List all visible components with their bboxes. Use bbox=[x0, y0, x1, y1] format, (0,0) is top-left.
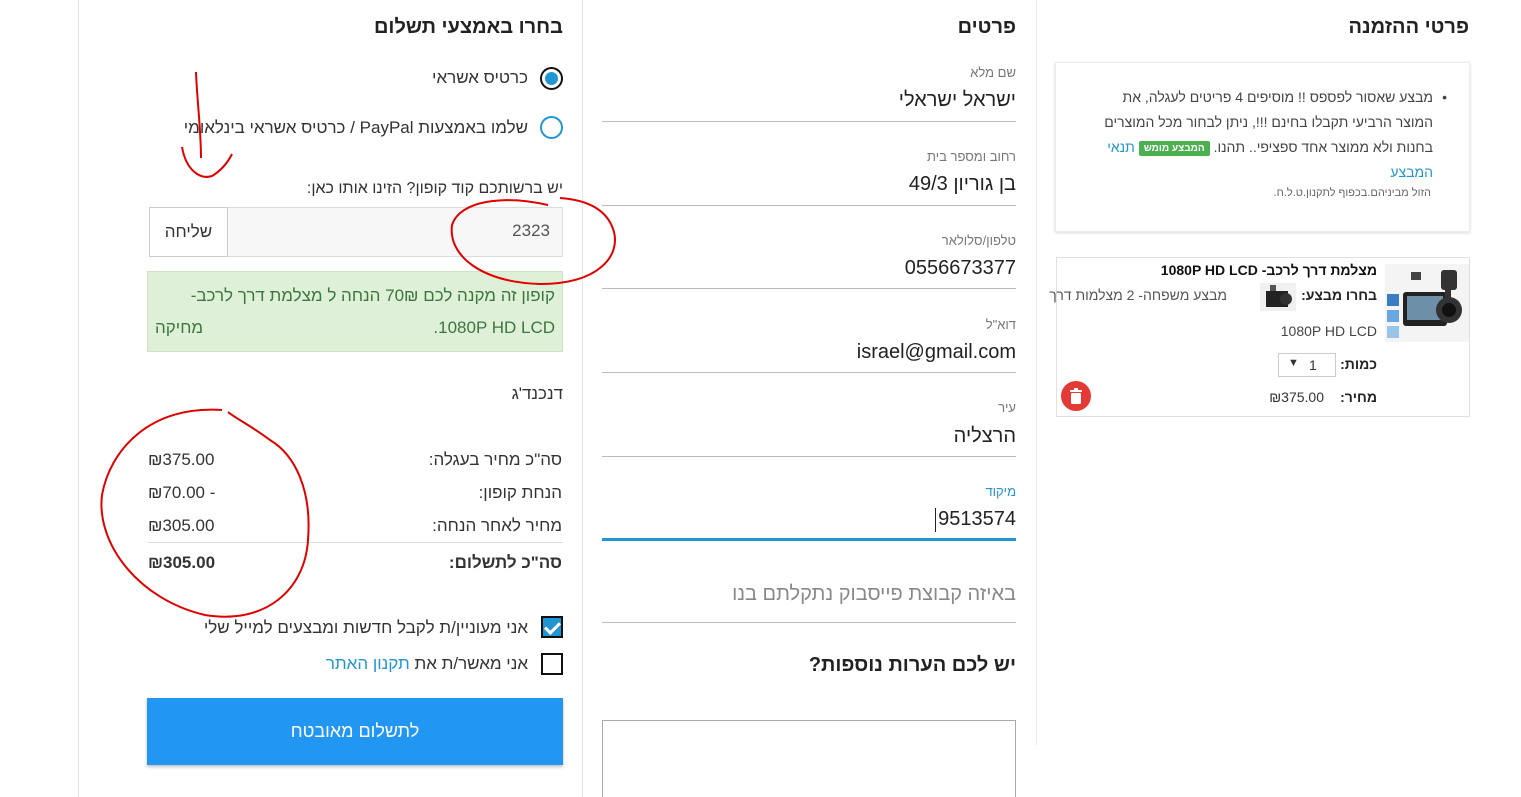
coupon-message-line2: 1080P HD LCD. bbox=[433, 318, 555, 337]
coupon-delete-link[interactable]: מחיקה bbox=[155, 318, 203, 338]
choose-value-2: 1080P HD LCD bbox=[1280, 323, 1377, 339]
phone-label: טלפון/סלולאר bbox=[941, 233, 1016, 248]
city-label: עיר bbox=[998, 400, 1016, 415]
grand-total-value: ₪305.00 bbox=[148, 553, 216, 572]
newsletter-label: אני מעוניין/ת לקבל חדשות ומבצעים למייל ש… bbox=[203, 618, 528, 637]
order-title: פרטי ההזמנה bbox=[1348, 16, 1469, 38]
grand-total-label: סה"כ לתשלום: bbox=[448, 553, 562, 572]
terms-label: אני מאשר/ת את תקנון האתר bbox=[326, 654, 528, 674]
zip-field[interactable]: 9513574 bbox=[938, 508, 1016, 531]
discount-label: הנחת קופון: bbox=[478, 483, 562, 502]
email-field[interactable]: israel@gmail.com bbox=[857, 341, 1016, 364]
cart-total-label: סה"כ מחיר בעגלה: bbox=[428, 450, 562, 469]
coupon-success-alert: קופון זה מקנה לכם 70₪ הנחה ל מצלמת דרך ל… bbox=[147, 271, 563, 352]
item-name: מצלמת דרך לרכב- 1080P HD LCD bbox=[1160, 262, 1377, 278]
after-discount-value: ₪305.00 bbox=[148, 516, 215, 535]
coupon-prompt: יש ברשותכם קוד קופון? הזינו אותו כאן: bbox=[306, 180, 563, 197]
phone-field[interactable]: 0556673377 bbox=[905, 257, 1016, 280]
qty-label: כמות: bbox=[1340, 356, 1377, 372]
coupon-send-button[interactable]: שליחה bbox=[149, 207, 228, 257]
street-label: רחוב ומספר בית bbox=[927, 149, 1016, 164]
after-discount-label: מחיר לאחר הנחה: bbox=[432, 516, 562, 535]
arrow-head-annotation bbox=[181, 146, 233, 178]
chevron-down-icon: ▼ bbox=[1288, 357, 1299, 369]
coupon-message-line1: קופון זה מקנה לכם 70₪ הנחה ל מצלמת דרך ל… bbox=[190, 286, 555, 305]
radio-paypal[interactable] bbox=[540, 116, 563, 139]
coupon-value: 2323 bbox=[512, 221, 550, 240]
promo-box: • מבצע שאסור לפספס !! מוסיפים 4 פריטים ל… bbox=[1055, 62, 1470, 232]
qty-select[interactable]: ▼ 1 bbox=[1278, 353, 1336, 377]
email-label: דוא"ל bbox=[985, 317, 1016, 332]
field-underline bbox=[602, 456, 1016, 457]
field-underline bbox=[602, 372, 1016, 373]
newsletter-checkbox[interactable] bbox=[541, 616, 563, 638]
summary-divider bbox=[148, 542, 563, 543]
radio-credit-card[interactable] bbox=[540, 67, 563, 90]
delete-item-button[interactable] bbox=[1061, 381, 1091, 411]
field-underline bbox=[602, 205, 1016, 206]
terms-prefix: אני מאשר/ת את bbox=[414, 654, 528, 673]
promo-badge: המבצע מומש bbox=[1138, 141, 1210, 156]
notes-title: יש לכם הערות נוספות? bbox=[808, 654, 1016, 676]
paypal-label: שלמו באמצעות PayPal / כרטיס אשראי בינלאו… bbox=[183, 118, 528, 137]
fullname-label: שם מלא bbox=[970, 65, 1016, 80]
terms-checkbox[interactable] bbox=[541, 653, 563, 675]
notes-textarea[interactable] bbox=[602, 720, 1016, 797]
promo-text: מבצע שאסור לפספס !! מוסיפים 4 פריטים לעג… bbox=[1083, 85, 1433, 185]
discount-value: ₪70.00 - bbox=[148, 483, 216, 502]
product-image bbox=[1385, 264, 1469, 342]
arrow-annotation bbox=[195, 71, 202, 159]
field-underline-active bbox=[602, 538, 1016, 541]
promo-note: הזול מביניהם.בכפוף לתקנון.ט.ל.ח. bbox=[1273, 187, 1431, 199]
cart-item: מצלמת דרך לרכב- 1080P HD LCD בחרו מבצע: … bbox=[1049, 257, 1470, 417]
field-underline bbox=[602, 121, 1016, 122]
page-left-edge bbox=[78, 0, 79, 797]
terms-link[interactable]: תקנון האתר bbox=[326, 654, 410, 673]
secure-pay-button[interactable]: לתשלום מאובטח bbox=[147, 698, 563, 765]
cart-total-value: ₪375.00 bbox=[148, 450, 215, 469]
coupon-name: דנכנד'ג bbox=[511, 384, 563, 403]
credit-card-label: כרטיס אשראי bbox=[432, 68, 528, 87]
payment-title: בחרו באמצעי תשלום bbox=[374, 16, 563, 38]
choose-value: מבצע משפחה- 2 מצלמות דרך bbox=[1049, 287, 1227, 303]
coupon-input[interactable]: 2323 bbox=[227, 207, 563, 257]
price-value: ₪375.00 bbox=[1269, 389, 1324, 405]
field-underline bbox=[602, 288, 1016, 289]
price-label: מחיר: bbox=[1340, 389, 1377, 405]
choose-label: בחרו מבצע: bbox=[1301, 287, 1377, 303]
qty-value: 1 bbox=[1309, 357, 1317, 373]
city-field[interactable]: הרצליה bbox=[954, 425, 1016, 448]
column-divider bbox=[1036, 0, 1037, 745]
trash-icon bbox=[1070, 388, 1082, 404]
field-underline bbox=[602, 622, 1016, 623]
fullname-field[interactable]: ישראל ישראלי bbox=[899, 89, 1016, 112]
thumb-image bbox=[1260, 283, 1296, 311]
text-cursor bbox=[935, 508, 936, 532]
facebook-group-field[interactable]: באיזה קבוצת פייסבוק נתקלתם בנו bbox=[732, 583, 1016, 606]
circle-annotation-totals bbox=[100, 408, 310, 618]
details-title: פרטים bbox=[957, 16, 1016, 38]
zip-label: מיקוד bbox=[985, 484, 1016, 499]
column-divider bbox=[582, 0, 583, 797]
street-field[interactable]: בן גוריון 49/3 bbox=[909, 173, 1016, 196]
bullet: • bbox=[1442, 89, 1447, 105]
